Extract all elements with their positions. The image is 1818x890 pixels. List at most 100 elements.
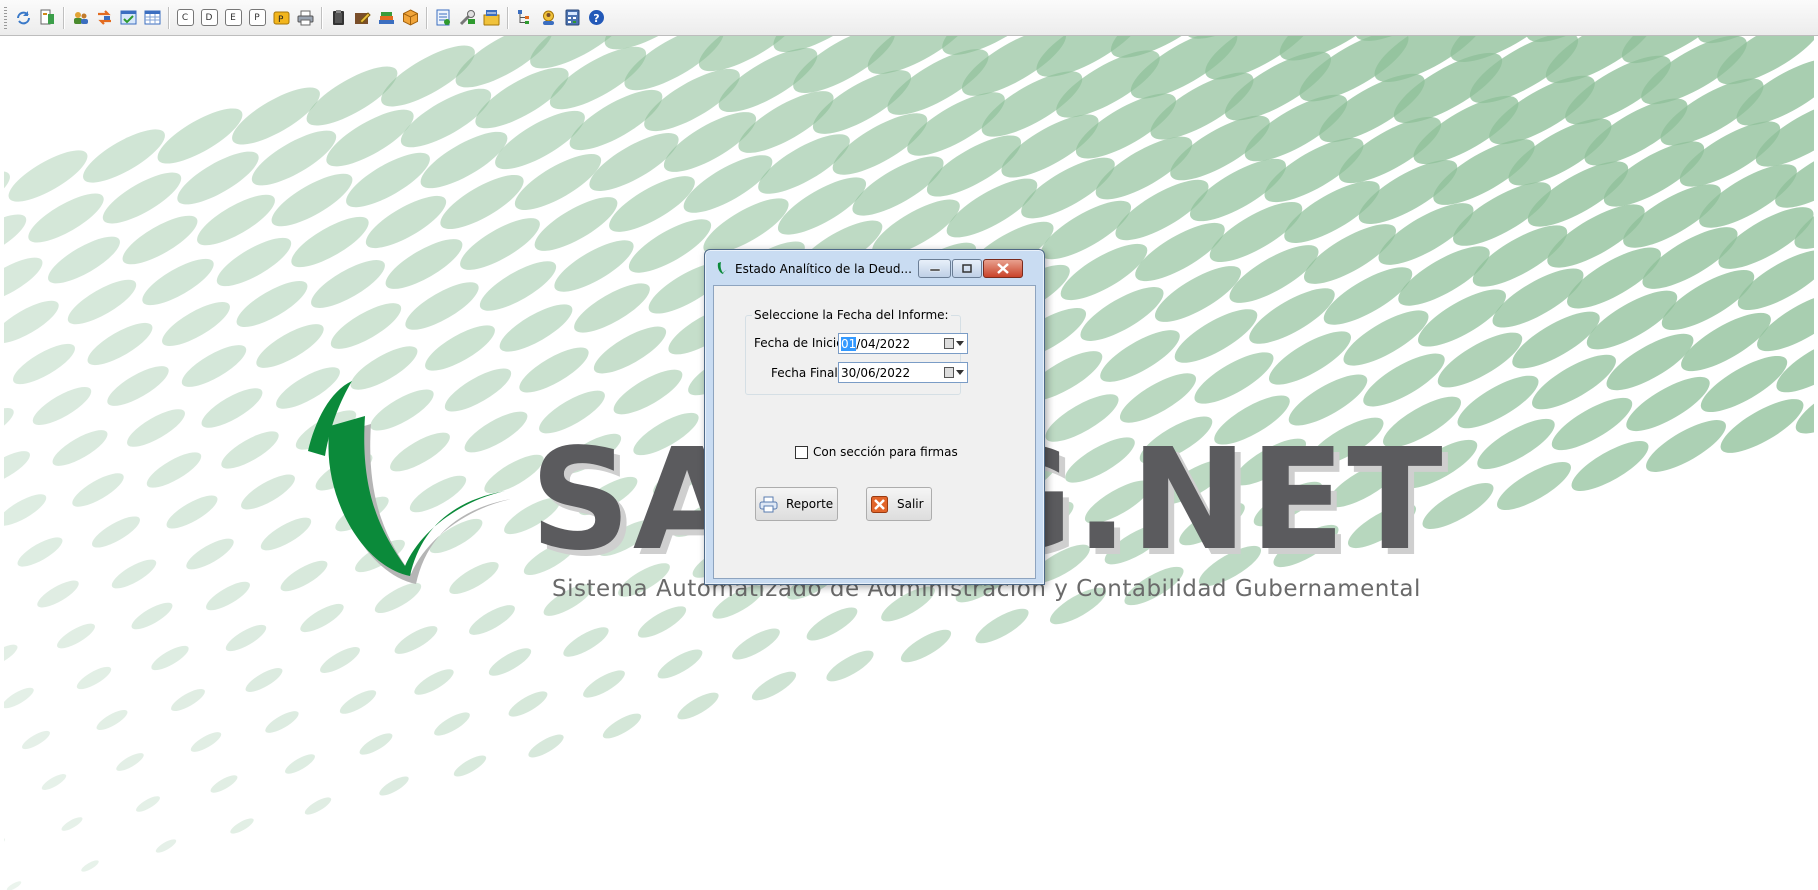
background-oval [32, 387, 92, 425]
background-oval [111, 559, 157, 589]
background-oval [190, 732, 222, 752]
c-report-button[interactable]: C [174, 7, 196, 29]
background-oval [434, 712, 470, 736]
minimize-button[interactable] [918, 259, 951, 278]
background-oval [162, 301, 230, 347]
books-button[interactable] [375, 7, 397, 29]
edit-button[interactable] [351, 7, 373, 29]
approve-button[interactable] [117, 7, 139, 29]
background-oval [359, 733, 393, 755]
background-oval [241, 474, 295, 510]
background-oval [519, 347, 589, 393]
hierarchy-button[interactable] [513, 7, 535, 29]
d-report-button[interactable]: D [198, 7, 220, 29]
svg-text:?: ? [593, 12, 599, 25]
dialog-titlebar[interactable]: Estado Analítico de la Deud... [705, 250, 1044, 284]
background-oval [677, 692, 719, 720]
minimize-icon [929, 268, 940, 271]
maximize-button[interactable] [952, 259, 982, 278]
grid-button[interactable] [141, 7, 163, 29]
toolbar-separator [321, 6, 322, 29]
background-oval [67, 279, 137, 325]
background-oval [379, 776, 409, 796]
background-oval [4, 257, 43, 303]
document-list-icon [436, 9, 450, 26]
background-oval [107, 366, 169, 406]
start-date-picker[interactable]: 01/04/2022 [838, 333, 968, 354]
background-oval [528, 734, 564, 758]
background-oval [4, 300, 59, 344]
background-oval [17, 537, 63, 567]
close-button[interactable] [983, 259, 1023, 278]
background-oval [210, 775, 238, 793]
end-date-dropdown[interactable] [940, 365, 964, 380]
calendar-icon [944, 338, 954, 349]
start-date-label: Fecha de Inicio: [754, 336, 848, 350]
background-oval [4, 451, 30, 485]
config-icon [483, 10, 499, 26]
background-oval [583, 670, 625, 698]
exit-button[interactable]: Salir [866, 487, 932, 521]
background-oval [563, 627, 609, 657]
signature-checkbox-label[interactable]: Con sección para firmas [813, 445, 958, 459]
help-button[interactable]: ? [585, 7, 607, 29]
tools-button[interactable] [456, 7, 478, 29]
calculator-icon [565, 9, 579, 26]
transfer-button[interactable] [93, 7, 115, 29]
report-tree-button[interactable] [36, 7, 58, 29]
background-oval [304, 797, 332, 815]
signature-checkbox[interactable] [795, 445, 808, 459]
background-oval [127, 409, 185, 447]
user-badge-button[interactable] [537, 7, 559, 29]
background-oval [57, 623, 95, 649]
background-oval [657, 649, 703, 679]
print-button[interactable] [294, 7, 316, 29]
signature-checkbox-row[interactable]: Con sección para firmas [795, 445, 958, 459]
end-date-picker[interactable]: 30/06/2022 [838, 362, 968, 383]
background-oval [975, 608, 1029, 644]
package-button[interactable] [399, 7, 421, 29]
p-letter-icon: P [248, 9, 266, 26]
book-stack-icon [378, 12, 394, 24]
background-oval [87, 322, 153, 366]
svg-text:P: P [278, 15, 284, 25]
mdi-workspace: SAACG.NET Sistema Automatizado de Admini… [4, 36, 1814, 890]
background-oval [41, 774, 67, 790]
calculator-button[interactable] [561, 7, 583, 29]
background-oval [330, 303, 402, 349]
background-oval [4, 644, 18, 668]
hierarchy-icon [517, 10, 529, 24]
toolbar-separator [426, 6, 427, 29]
background-oval [613, 369, 683, 415]
p-report-button[interactable]: P [246, 7, 268, 29]
toolbar-grip[interactable] [4, 6, 7, 29]
p-folder-button[interactable]: P [270, 7, 292, 29]
background-oval [181, 345, 247, 387]
grid-icon [144, 10, 160, 25]
report-button[interactable]: Reporte [755, 487, 838, 521]
background-oval [602, 713, 642, 739]
background-oval [453, 755, 487, 777]
clipboard-button[interactable] [327, 7, 349, 29]
start-date-selected-part: 01 [841, 336, 857, 351]
calendar-icon [944, 367, 954, 378]
user-badge-icon [542, 10, 554, 25]
group-title: Seleccione la Fecha del Informe: [752, 308, 951, 322]
config-button[interactable] [480, 7, 502, 29]
background-oval [230, 818, 254, 834]
document-list-button[interactable] [432, 7, 454, 29]
e-report-button[interactable]: E [222, 7, 244, 29]
background-oval [186, 538, 234, 570]
e-letter-icon: E [224, 9, 242, 26]
refresh-button[interactable] [12, 7, 34, 29]
background-oval [900, 629, 952, 663]
background-oval [508, 691, 548, 717]
background-oval [61, 817, 83, 831]
chevron-down-icon [956, 341, 964, 346]
background-oval [136, 796, 160, 812]
clipboard-icon [332, 10, 344, 25]
background-oval [4, 494, 47, 526]
start-date-dropdown[interactable] [940, 336, 964, 351]
start-date-rest: /04/2022 [856, 336, 911, 351]
users-button[interactable] [69, 7, 91, 29]
